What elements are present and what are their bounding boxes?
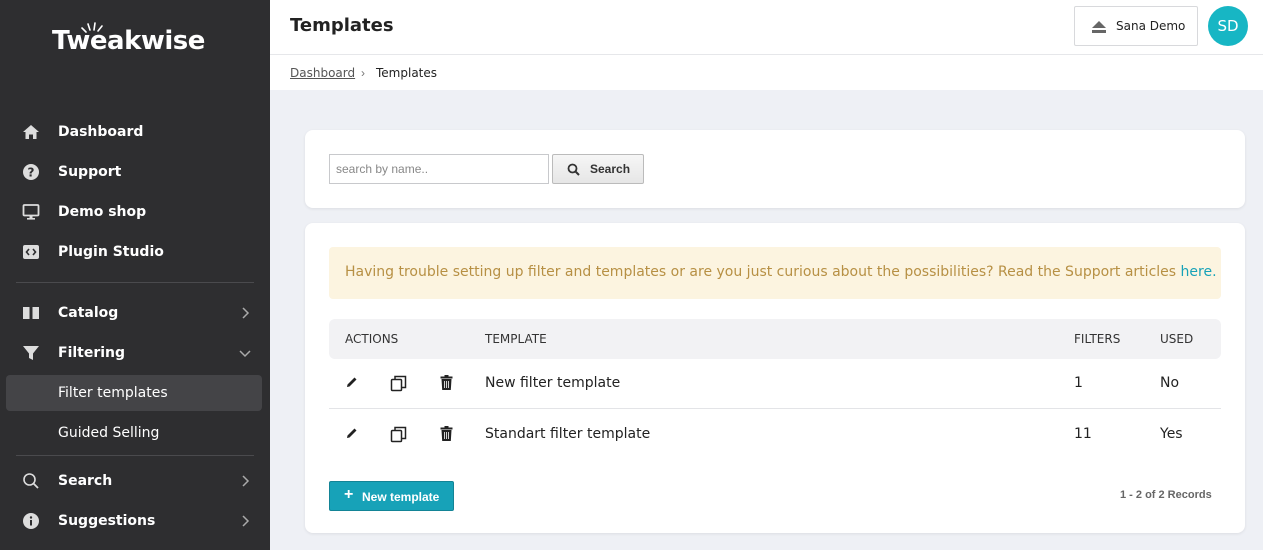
used-status: No [1160, 375, 1180, 391]
monitor-icon [22, 203, 40, 221]
filters-count: 1 [1074, 375, 1083, 391]
search-button-label: Search [590, 162, 631, 176]
search-icon [567, 163, 580, 176]
template-name[interactable]: New filter template [485, 375, 620, 391]
sidebar-item-label: Dashboard [58, 124, 144, 140]
table-header: ACTIONS TEMPLATE FILTERS USED [329, 319, 1221, 359]
sidebar-item-label: Demo shop [58, 204, 147, 220]
search-icon [22, 472, 40, 490]
sidebar-item-label: Filter templates [58, 385, 168, 401]
breadcrumb-separator: › [361, 66, 365, 80]
edit-icon[interactable] [345, 375, 359, 389]
sidebar-item-label: Guided Selling [58, 425, 160, 441]
search-card: Search [305, 130, 1245, 208]
sidebar-item-dashboard[interactable]: Dashboard [0, 114, 270, 150]
edit-icon[interactable] [345, 426, 359, 440]
logo[interactable]: Tweakwise [52, 26, 205, 56]
notice-text: Having trouble setting up filter and tem… [345, 264, 1181, 280]
home-icon [22, 123, 40, 141]
sidebar-item-search[interactable]: Search [0, 463, 270, 499]
trash-icon[interactable] [440, 426, 453, 441]
sidebar-item-support[interactable]: ? Support [0, 154, 270, 190]
sidebar-item-label: Filtering [58, 345, 126, 361]
svg-text:?: ? [28, 166, 35, 180]
sidebar-item-label: Plugin Studio [58, 244, 164, 260]
col-actions: ACTIONS [345, 332, 399, 346]
funnel-icon [22, 344, 40, 362]
sidebar-item-label: Support [58, 164, 122, 180]
notice-link[interactable]: here. [1181, 264, 1217, 280]
eject-icon [1092, 21, 1106, 33]
filters-count: 11 [1074, 426, 1092, 442]
sidebar-divider [16, 282, 254, 283]
sidebar-item-demo-shop[interactable]: Demo shop [0, 194, 270, 230]
sidebar-divider [16, 455, 254, 456]
sidebar-item-label: Catalog [58, 305, 119, 321]
col-template[interactable]: TEMPLATE [485, 332, 547, 346]
shop-switch-button[interactable]: Sana Demo [1074, 6, 1198, 46]
chevron-down-icon [239, 350, 251, 358]
sidebar-item-plugin-studio[interactable]: Plugin Studio [0, 234, 270, 270]
plus-icon: + [344, 486, 354, 503]
question-circle-icon: ? [22, 163, 40, 181]
chevron-right-icon [242, 515, 250, 527]
book-icon [22, 304, 40, 322]
copy-icon[interactable] [390, 375, 407, 392]
breadcrumb: Dashboard › Templates [270, 55, 1263, 90]
topbar: Templates Sana Demo SD [270, 0, 1263, 55]
support-notice: Having trouble setting up filter and tem… [329, 247, 1221, 299]
chevron-right-icon [242, 307, 250, 319]
records-count: 1 - 2 of 2 Records [1120, 489, 1212, 501]
shop-name: Sana Demo [1116, 19, 1186, 33]
sidebar-item-guided-selling[interactable]: Guided Selling [6, 415, 262, 451]
search-button[interactable]: Search [552, 154, 644, 184]
sidebar-item-catalog[interactable]: Catalog [0, 295, 270, 331]
page-title: Templates [290, 15, 394, 36]
code-icon [22, 243, 40, 261]
table-row: New filter template 1 No [329, 359, 1221, 409]
new-template-label: New template [362, 490, 440, 504]
copy-icon[interactable] [390, 426, 407, 443]
sidebar-item-filtering[interactable]: Filtering [0, 335, 270, 371]
sidebar-item-filter-templates[interactable]: Filter templates [6, 375, 262, 411]
info-circle-icon [22, 512, 40, 530]
used-status: Yes [1160, 426, 1183, 442]
breadcrumb-current: Templates [376, 66, 438, 80]
new-template-button[interactable]: + New template [329, 481, 454, 511]
table-row: Standart filter template 11 Yes [329, 410, 1221, 460]
sidebar: Tweakwise Dashboard ? Support Demo shop … [0, 0, 270, 550]
sidebar-item-suggestions[interactable]: Suggestions [0, 503, 270, 539]
breadcrumb-dashboard-link[interactable]: Dashboard [290, 66, 355, 80]
template-name[interactable]: Standart filter template [485, 426, 650, 442]
sidebar-item-label: Suggestions [58, 513, 156, 529]
templates-card: Having trouble setting up filter and tem… [305, 223, 1245, 533]
col-used[interactable]: USED [1160, 332, 1193, 346]
search-input[interactable] [329, 154, 549, 184]
sidebar-item-label: Search [58, 473, 113, 489]
avatar[interactable]: SD [1208, 6, 1248, 46]
col-filters[interactable]: FILTERS [1074, 332, 1120, 346]
chevron-right-icon [242, 475, 250, 487]
trash-icon[interactable] [440, 375, 453, 390]
